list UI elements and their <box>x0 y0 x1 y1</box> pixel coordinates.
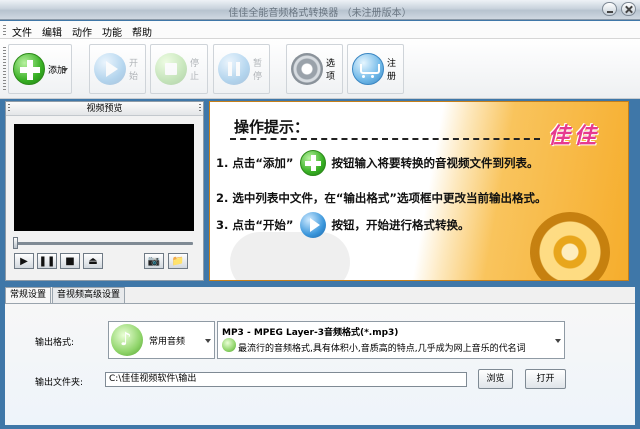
hint-panel: 操作提示： 佳佳 1. 点击“添加” 按钮输入将要转换的音视频文件到列表。 2.… <box>209 101 629 281</box>
play-button[interactable]: ▶ <box>14 253 34 269</box>
play-icon: ▶ <box>20 256 28 267</box>
stop-button-label: 停止 <box>190 59 200 82</box>
hint-step-3: 3. 点击“开始” 按钮，开始进行格式转换。 <box>216 212 470 238</box>
eject-button[interactable]: ⏏ <box>83 253 103 269</box>
play-icon <box>94 53 126 85</box>
panel-grip-icon <box>199 104 201 113</box>
options-button-label: 选项 <box>326 59 336 82</box>
stop-icon <box>155 53 187 85</box>
folder-icon: 📁 <box>171 256 185 267</box>
minimize-button[interactable] <box>602 2 617 16</box>
pause-icon <box>218 53 250 85</box>
menu-edit[interactable]: 编辑 <box>42 24 62 39</box>
tab-advanced-av-settings[interactable]: 音视频高级设置 <box>52 287 126 303</box>
format-detail-select[interactable]: MP3 - MPEG Layer-3音频格式(*.mp3) 最流行的音频格式,具… <box>217 321 565 359</box>
hint-step-3-suffix: 按钮，开始进行格式转换。 <box>331 218 470 232</box>
cart-icon <box>352 53 384 85</box>
start-button[interactable]: 开始 <box>89 44 146 94</box>
pause-button-label: 暂停 <box>253 59 263 82</box>
format-description: 最流行的音频格式,具有体积小,音质高的特点,几乎成为网上音乐的代名词 <box>238 344 526 354</box>
add-icon <box>13 53 45 85</box>
menu-function[interactable]: 功能 <box>102 24 122 39</box>
pause-button[interactable]: 暂停 <box>213 44 270 94</box>
open-folder-button[interactable]: 📁 <box>168 253 188 269</box>
film-reel-decoration <box>230 232 350 280</box>
hint-step-2: 2. 选中列表中文件，在“输出格式”选项框中更改当前输出格式。 <box>216 190 547 206</box>
hint-title: 操作提示： <box>234 118 310 136</box>
hint-step-1: 1. 点击“添加” 按钮输入将要转换的音视频文件到列表。 <box>216 150 539 176</box>
gear-icon <box>291 53 323 85</box>
toolbar: 添加 开始 停止 暂停 选项 注册 <box>0 39 640 99</box>
stop-button[interactable]: 停止 <box>150 44 208 94</box>
output-folder-input[interactable]: C:\佳佳视频软件\输出 <box>105 372 467 387</box>
stop-icon: ■ <box>65 256 75 267</box>
seek-bar[interactable] <box>16 242 193 245</box>
hint-step-2-text: 2. 选中列表中文件，在“输出格式”选项框中更改当前输出格式。 <box>216 191 547 205</box>
browse-button[interactable]: 浏览 <box>478 369 513 389</box>
music-disc-decoration <box>530 212 610 280</box>
menu-bar: 文件 编辑 动作 功能 帮助 <box>0 21 640 39</box>
music-note-icon <box>222 338 236 352</box>
options-button[interactable]: 选项 <box>286 44 343 94</box>
close-button[interactable] <box>621 2 636 16</box>
camera-icon: 📷 <box>147 256 161 267</box>
video-screen <box>14 124 194 231</box>
pause-icon: ❚❚ <box>38 256 56 267</box>
menu-help[interactable]: 帮助 <box>132 24 152 39</box>
snapshot-button[interactable]: 📷 <box>144 253 164 269</box>
stop-button[interactable]: ■ <box>60 253 80 269</box>
chevron-down-icon <box>555 339 561 343</box>
output-folder-label: 输出文件夹: <box>35 378 84 388</box>
video-preview-title: 视频预览 <box>86 104 123 114</box>
video-preview-panel: 视频预览 ▶ ❚❚ ■ ⏏ 📷 📁 <box>5 101 204 281</box>
add-button[interactable]: 添加 <box>8 44 72 94</box>
seek-handle[interactable] <box>13 237 18 249</box>
format-name: MP3 - MPEG Layer-3音频格式(*.mp3) <box>222 328 399 338</box>
play-icon <box>299 212 326 238</box>
hint-divider <box>230 138 540 140</box>
menu-grip-handle[interactable] <box>3 25 6 35</box>
menu-file[interactable]: 文件 <box>12 24 32 39</box>
hint-step-3-prefix: 3. 点击“开始” <box>216 218 294 232</box>
tab-general-settings[interactable]: 常规设置 <box>5 287 52 303</box>
music-note-icon <box>111 324 143 356</box>
format-category-value: 常用音频 <box>149 336 186 347</box>
chevron-down-icon <box>205 339 211 343</box>
toolbar-grip-handle[interactable] <box>3 47 6 91</box>
register-button-label: 注册 <box>387 59 397 82</box>
general-settings-panel: 输出格式: 常用音频 MP3 - MPEG Layer-3音频格式(*.mp3)… <box>5 303 635 425</box>
menu-action[interactable]: 动作 <box>72 24 92 39</box>
output-format-label: 输出格式: <box>35 338 75 348</box>
settings-area: 常规设置 音视频高级设置 输出格式: 常用音频 MP3 - MPEG Layer… <box>5 287 635 425</box>
register-button[interactable]: 注册 <box>347 44 404 94</box>
window-title: 佳佳全能音频格式转换器 （未注册版本） <box>228 8 412 19</box>
start-button-label: 开始 <box>129 59 139 82</box>
open-folder-button[interactable]: 打开 <box>525 369 566 389</box>
add-dropdown-arrow-icon[interactable] <box>62 68 68 72</box>
panel-grip-icon <box>8 104 10 113</box>
video-preview-header: 视频预览 <box>6 102 203 116</box>
title-bar: 佳佳全能音频格式转换器 （未注册版本） <box>0 0 640 20</box>
eject-icon: ⏏ <box>88 256 98 267</box>
brand-logo: 佳佳 <box>548 124 601 149</box>
add-icon <box>299 150 326 176</box>
format-category-select[interactable]: 常用音频 <box>108 321 215 359</box>
hint-step-1-prefix: 1. 点击“添加” <box>216 156 294 170</box>
pause-button[interactable]: ❚❚ <box>37 253 57 269</box>
hint-step-1-suffix: 按钮输入将要转换的音视频文件到列表。 <box>331 156 539 170</box>
